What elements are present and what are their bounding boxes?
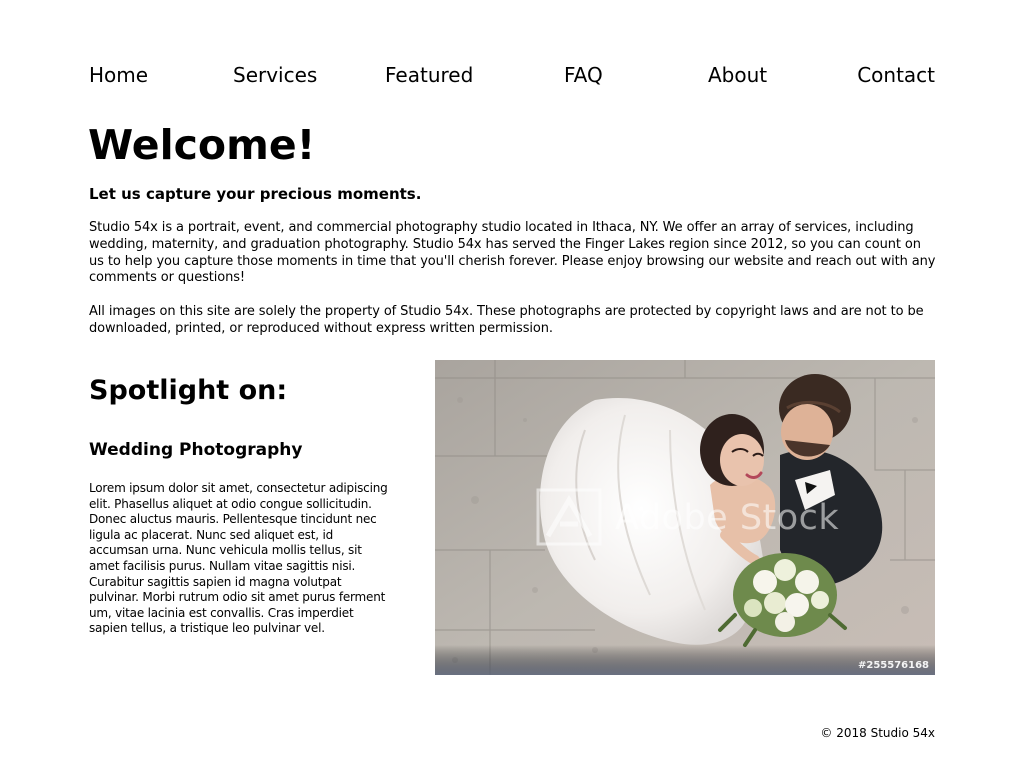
nav-link-faq[interactable]: FAQ xyxy=(564,61,603,89)
tagline: Let us capture your precious moments. xyxy=(89,185,422,203)
page-title: Welcome! xyxy=(88,121,316,169)
main-nav: Home Services Featured FAQ About Contact xyxy=(89,61,935,89)
intro-paragraph: Studio 54x is a portrait, event, and com… xyxy=(89,220,936,286)
wedding-photo: Adobe Stock #255576168 xyxy=(435,360,935,675)
nav-link-services[interactable]: Services xyxy=(233,61,317,89)
photo-watermark: Adobe Stock xyxy=(615,498,840,538)
spotlight-description: Lorem ipsum dolor sit amet, consectetur … xyxy=(89,481,388,636)
nav-link-contact[interactable]: Contact xyxy=(857,61,935,89)
nav-link-home[interactable]: Home xyxy=(89,61,148,89)
photo-stock-id: #255576168 xyxy=(857,660,929,671)
footer-copyright: © 2018 Studio 54x xyxy=(820,726,935,740)
nav-link-featured[interactable]: Featured xyxy=(385,61,473,89)
copyright-notice-paragraph: All images on this site are solely the p… xyxy=(89,304,924,336)
spotlight-heading: Spotlight on: xyxy=(89,375,288,406)
nav-link-about[interactable]: About xyxy=(708,61,767,89)
spotlight-subheading: Wedding Photography xyxy=(89,440,303,460)
